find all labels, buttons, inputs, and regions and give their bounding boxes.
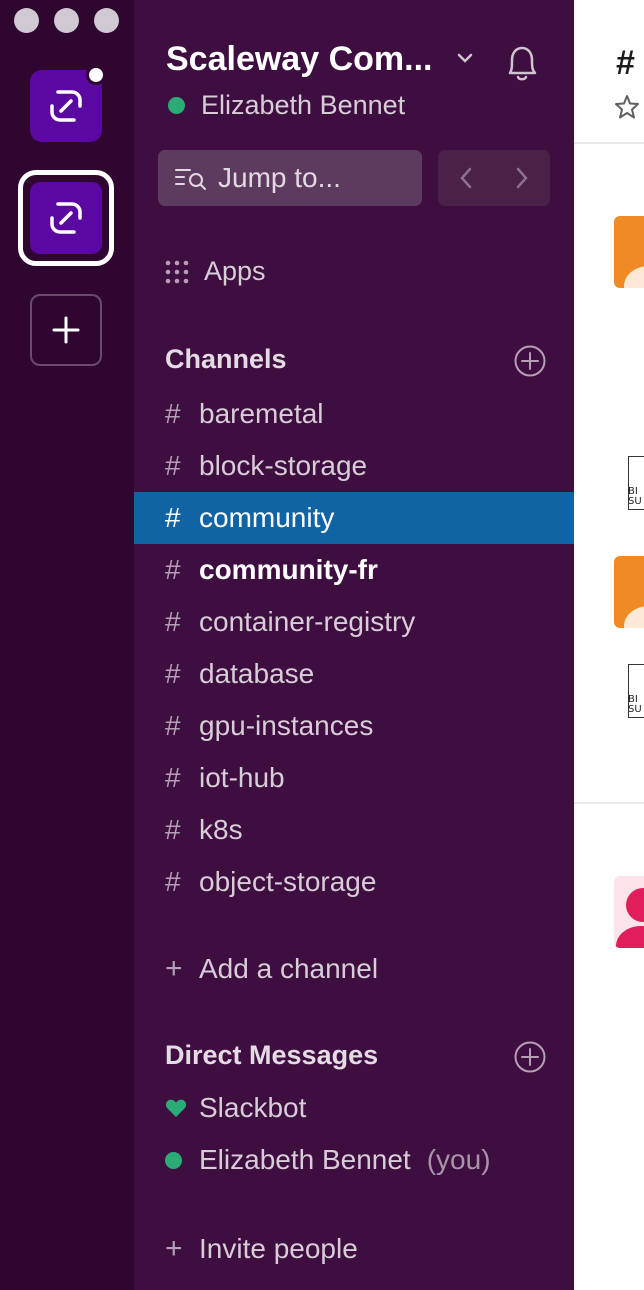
unread-dot bbox=[86, 65, 106, 85]
user-avatar[interactable] bbox=[614, 556, 644, 628]
channels-header[interactable]: Channels bbox=[165, 344, 287, 375]
bell-icon[interactable] bbox=[502, 42, 542, 84]
dm-self[interactable]: Elizabeth Bennet (you) bbox=[165, 1144, 491, 1176]
sidebar-channel-database[interactable]: # database bbox=[134, 648, 574, 700]
scaleway-logo-icon bbox=[50, 202, 82, 234]
apps-link[interactable]: Apps bbox=[164, 256, 266, 287]
user-avatar[interactable] bbox=[614, 216, 644, 288]
sidebar-channel-iot-hub[interactable]: # iot-hub bbox=[134, 752, 574, 804]
header-divider bbox=[574, 142, 644, 144]
jump-to-placeholder: Jump to... bbox=[218, 162, 341, 193]
hash-icon: # bbox=[165, 658, 181, 689]
workspace-rail bbox=[0, 0, 134, 1290]
invite-people-link[interactable]: + Invite people bbox=[165, 1232, 358, 1266]
hash-icon: # bbox=[165, 554, 181, 585]
channel-label: community-fr bbox=[199, 554, 378, 585]
add-channel-link[interactable]: + Add a channel bbox=[165, 952, 378, 986]
message-pane: # BI SU BI SU bbox=[574, 0, 644, 1290]
image-attachment[interactable]: BI SU bbox=[628, 456, 644, 510]
chevron-down-icon[interactable] bbox=[456, 52, 474, 64]
channel-label: k8s bbox=[199, 814, 243, 845]
dm-self-suffix: (you) bbox=[426, 1144, 491, 1175]
sidebar-channel-community[interactable]: # community bbox=[134, 492, 574, 544]
dm-slackbot[interactable]: Slackbot bbox=[165, 1092, 306, 1124]
hash-icon: # bbox=[165, 502, 181, 533]
hash-icon: # bbox=[165, 762, 181, 793]
sidebar-channel-k8s[interactable]: # k8s bbox=[134, 804, 574, 856]
plus-icon: + bbox=[165, 1232, 183, 1265]
sidebar-channel-baremetal[interactable]: # baremetal bbox=[134, 388, 574, 440]
sidebar-channel-community-fr[interactable]: # community-fr bbox=[134, 544, 574, 596]
sidebar-channel-block-storage[interactable]: # block-storage bbox=[134, 440, 574, 492]
workspace-switch-active[interactable] bbox=[18, 170, 114, 266]
jump-to-search[interactable]: Jump to... bbox=[158, 150, 422, 206]
window-close-button[interactable] bbox=[14, 8, 39, 33]
window-minimize-button[interactable] bbox=[54, 8, 79, 33]
heart-icon bbox=[165, 1099, 187, 1117]
sidebar-channel-container-registry[interactable]: # container-registry bbox=[134, 596, 574, 648]
attachment-text: BI SU bbox=[628, 694, 642, 715]
attachment-text: BI SU bbox=[628, 486, 642, 507]
window-zoom-button[interactable] bbox=[94, 8, 119, 33]
apps-grid-icon bbox=[165, 260, 189, 283]
current-user[interactable]: Elizabeth Bennet bbox=[168, 90, 405, 121]
hash-icon: # bbox=[165, 398, 181, 429]
dm-slackbot-label: Slackbot bbox=[199, 1092, 307, 1123]
history-nav bbox=[438, 150, 550, 206]
current-user-name: Elizabeth Bennet bbox=[201, 90, 406, 120]
scaleway-logo-icon bbox=[50, 90, 82, 122]
channel-label: community bbox=[199, 502, 335, 533]
sidebar-channel-object-storage[interactable]: # object-storage bbox=[134, 856, 574, 908]
hash-icon: # bbox=[165, 606, 181, 637]
channel-label: iot-hub bbox=[199, 762, 285, 793]
add-workspace-button[interactable] bbox=[30, 294, 102, 366]
sidebar-channel-gpu-instances[interactable]: # gpu-instances bbox=[134, 700, 574, 752]
add-channel-label: Add a channel bbox=[199, 953, 379, 984]
search-icon bbox=[175, 169, 206, 190]
apps-label: Apps bbox=[204, 256, 266, 286]
direct-messages-header[interactable]: Direct Messages bbox=[165, 1040, 378, 1071]
add-channel-plus-icon[interactable] bbox=[513, 344, 547, 378]
presence-dot-icon bbox=[168, 97, 185, 114]
add-dm-plus-icon[interactable] bbox=[513, 1040, 547, 1074]
workspace-switch-1[interactable] bbox=[30, 65, 106, 142]
channel-label: baremetal bbox=[199, 398, 324, 429]
dm-self-label: Elizabeth Bennet bbox=[199, 1144, 411, 1175]
hash-icon: # bbox=[165, 710, 181, 741]
plus-icon bbox=[52, 316, 80, 344]
channel-label: gpu-instances bbox=[199, 710, 374, 741]
channel-label: object-storage bbox=[199, 866, 377, 897]
hash-icon: # bbox=[165, 450, 181, 481]
user-avatar[interactable] bbox=[614, 876, 644, 948]
hash-icon: # bbox=[165, 814, 181, 845]
date-divider bbox=[574, 802, 644, 804]
plus-icon: + bbox=[165, 952, 183, 985]
hash-icon: # bbox=[165, 866, 181, 897]
image-attachment[interactable]: BI SU bbox=[628, 664, 644, 718]
channel-title: # bbox=[616, 44, 635, 82]
back-arrow-icon[interactable] bbox=[456, 165, 476, 191]
star-icon[interactable] bbox=[614, 94, 640, 120]
forward-arrow-icon[interactable] bbox=[512, 165, 532, 191]
channel-label: container-registry bbox=[199, 606, 416, 637]
presence-dot-icon bbox=[165, 1151, 182, 1169]
workspace-name[interactable]: Scaleway Com... bbox=[166, 40, 432, 79]
invite-people-label: Invite people bbox=[199, 1233, 358, 1264]
channel-sidebar: Scaleway Com... Elizabeth Bennet Jump to… bbox=[134, 0, 574, 1290]
channel-label: database bbox=[199, 658, 315, 689]
channel-label: block-storage bbox=[199, 450, 368, 481]
